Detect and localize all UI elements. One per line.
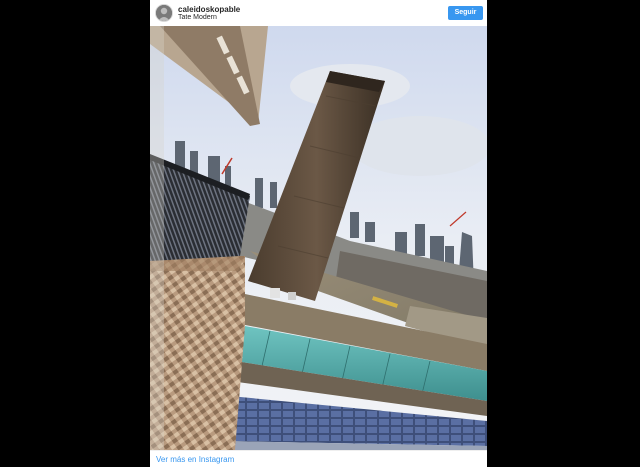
instagram-embed-card: caleidoskopable Tate Modern Seguir Ver m…	[150, 0, 487, 467]
post-header: caleidoskopable Tate Modern Seguir	[150, 0, 487, 26]
follow-button[interactable]: Seguir	[448, 6, 483, 20]
view-more-link[interactable]: Ver más en Instagram	[156, 455, 234, 465]
user-avatar[interactable]	[155, 4, 173, 22]
location-label[interactable]: Tate Modern	[178, 14, 217, 22]
username[interactable]: caleidoskopable	[178, 5, 240, 14]
post-photo[interactable]	[150, 26, 487, 450]
post-footer: Ver más en Instagram	[150, 450, 487, 467]
